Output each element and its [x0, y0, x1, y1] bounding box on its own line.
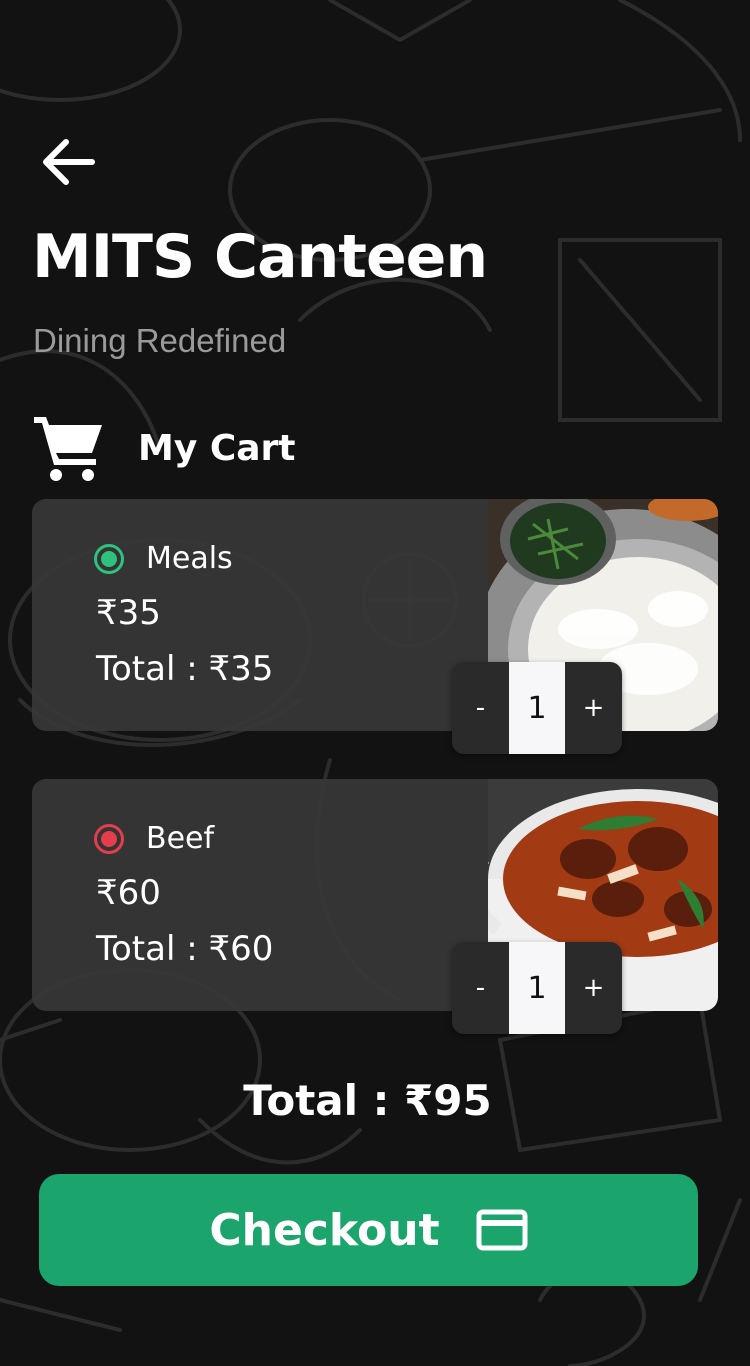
- page-title: MITS Canteen: [32, 222, 488, 292]
- quantity-value: 1: [509, 662, 565, 754]
- cart-item-meals: Meals ₹35 Total : ₹35 - 1 +: [32, 499, 718, 754]
- page-subtitle: Dining Redefined: [33, 322, 287, 359]
- quantity-stepper: - 1 +: [452, 942, 622, 1034]
- decrement-button[interactable]: -: [452, 942, 509, 1034]
- item-name: Meals: [146, 541, 233, 576]
- shopping-cart-icon: [34, 417, 102, 481]
- item-total: Total : ₹60: [96, 929, 274, 969]
- item-total: Total : ₹35: [96, 649, 274, 689]
- item-name-row: Meals: [94, 541, 233, 576]
- quantity-value: 1: [509, 942, 565, 1034]
- quantity-stepper: - 1 +: [452, 662, 622, 754]
- cart-item-beef: Beef ₹60 Total : ₹60 - 1 +: [32, 779, 718, 1034]
- checkout-label: Checkout: [209, 1204, 440, 1256]
- arrow-left-icon: [43, 139, 95, 185]
- cart-header: My Cart: [32, 410, 296, 486]
- increment-button[interactable]: +: [565, 942, 622, 1034]
- checkout-button[interactable]: Checkout: [39, 1174, 698, 1286]
- item-price: ₹35: [96, 593, 161, 633]
- item-name: Beef: [146, 821, 215, 856]
- decrement-button[interactable]: -: [452, 662, 509, 754]
- non-veg-indicator-icon: [94, 823, 124, 854]
- item-price: ₹60: [96, 873, 161, 913]
- credit-card-icon: [476, 1209, 528, 1251]
- cart-grand-total: Total : ₹95: [243, 1076, 492, 1125]
- increment-button[interactable]: +: [565, 662, 622, 754]
- cart-title: My Cart: [138, 427, 296, 469]
- back-button[interactable]: [36, 130, 100, 194]
- item-name-row: Beef: [94, 821, 214, 856]
- veg-indicator-icon: [94, 543, 124, 574]
